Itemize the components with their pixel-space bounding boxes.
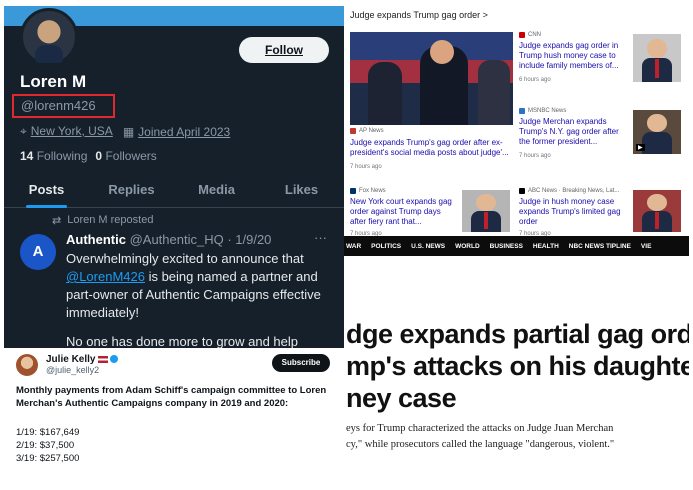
payment-line: 3/19: $257,500 bbox=[16, 453, 80, 464]
news-item-source: MSNBC News bbox=[519, 108, 629, 114]
payments-list: 1/19: $167,649 2/19: $37,500 3/19: $257,… bbox=[16, 426, 79, 465]
nav-item[interactable]: BUSINESS bbox=[490, 243, 523, 250]
news-item-title[interactable]: Judge expands gag order in Trump hush mo… bbox=[519, 41, 629, 71]
news-item[interactable]: ABC News · Breaking News, Lat... Judge i… bbox=[519, 188, 629, 237]
repost-icon: ⇄ bbox=[52, 215, 62, 227]
tweet-mention-link[interactable]: @LorenM426 bbox=[66, 269, 145, 284]
collage: Follow Loren M @lorenm426 ⌖ New York, USA… bbox=[0, 0, 693, 490]
news-item-time: 7 hours ago bbox=[519, 153, 551, 159]
julie-tweet-text: Monthly payments from Adam Schiff's camp… bbox=[16, 385, 327, 409]
main-story-time: 7 hours ago bbox=[350, 164, 382, 170]
news-item-title[interactable]: Judge in hush money case expands Trump's… bbox=[519, 197, 629, 227]
follow-button[interactable]: Follow bbox=[239, 37, 329, 63]
nav-item[interactable]: U.S. NEWS bbox=[411, 243, 445, 250]
us-flag-icon bbox=[98, 355, 109, 363]
profile-meta: ⌖ New York, USA ▦ Joined April 2023 bbox=[20, 124, 230, 139]
news-item-source: Fox News bbox=[350, 188, 458, 194]
profile-joined: Joined April 2023 bbox=[138, 124, 231, 139]
payment-line: 2/19: $37,500 bbox=[16, 440, 75, 451]
article-nav-bar: WAR POLITICS U.S. NEWS WORLD BUSINESS HE… bbox=[344, 236, 689, 256]
tab-likes[interactable]: Likes bbox=[259, 174, 344, 207]
main-story-image[interactable] bbox=[350, 32, 513, 125]
main-story-source: AP News bbox=[350, 128, 513, 134]
news-item[interactable]: CNN Judge expands gag order in Trump hus… bbox=[519, 32, 629, 83]
news-item-time: 6 hours ago bbox=[519, 77, 551, 83]
nav-item[interactable]: POLITICS bbox=[371, 243, 401, 250]
news-item-thumbnail[interactable] bbox=[633, 190, 681, 232]
news-item[interactable]: Fox News New York court expands gag orde… bbox=[350, 188, 458, 237]
tweet-text-continued: No one has done more to grow and help bbox=[66, 334, 298, 348]
following-link[interactable]: 14 Following bbox=[20, 149, 87, 163]
verified-badge-icon bbox=[110, 355, 119, 364]
julie-name-row: Julie Kelly bbox=[46, 354, 119, 365]
tweet-author-name[interactable]: Authentic bbox=[66, 232, 126, 247]
profile-name: Loren M bbox=[20, 72, 87, 91]
news-item-thumbnail[interactable] bbox=[462, 190, 510, 232]
news-topic-header[interactable]: Judge expands Trump gag order > bbox=[350, 10, 488, 20]
news-item-video-thumbnail[interactable]: ▶ bbox=[633, 110, 681, 154]
repost-indicator: ⇄ Loren M reposted bbox=[52, 214, 153, 227]
profile-avatar[interactable] bbox=[20, 8, 78, 66]
julie-name[interactable]: Julie Kelly bbox=[46, 354, 95, 365]
tweet-author-avatar[interactable]: A bbox=[20, 234, 56, 270]
news-item[interactable]: MSNBC News Judge Merchan expands Trump's… bbox=[519, 108, 629, 159]
nav-item[interactable]: WAR bbox=[346, 243, 361, 250]
news-item-source: ABC News · Breaking News, Lat... bbox=[519, 188, 629, 194]
nav-item[interactable]: NBC NEWS TIPLINE bbox=[569, 243, 631, 250]
news-item-title[interactable]: New York court expands gag order against… bbox=[350, 197, 458, 227]
profile-location[interactable]: New York, USA bbox=[31, 124, 113, 138]
calendar-icon: ▦ bbox=[122, 124, 135, 139]
article-headline: dge expands partial gag order mp's attac… bbox=[346, 319, 689, 413]
subscribe-button[interactable]: Subscribe bbox=[272, 354, 330, 372]
main-story-title[interactable]: Judge expands Trump's gag order after ex… bbox=[350, 138, 513, 158]
profile-handle: @lorenm426 bbox=[21, 98, 96, 113]
news-results-panel: Judge expands Trump gag order > AP News … bbox=[344, 4, 689, 237]
more-options-icon[interactable]: ··· bbox=[314, 230, 327, 245]
tab-replies[interactable]: Replies bbox=[89, 174, 174, 207]
play-icon: ▶ bbox=[636, 144, 645, 151]
nav-item[interactable]: WORLD bbox=[455, 243, 480, 250]
news-item-thumbnail[interactable] bbox=[633, 34, 681, 82]
nav-item[interactable]: HEALTH bbox=[533, 243, 559, 250]
followers-link[interactable]: 0 Followers bbox=[95, 149, 156, 163]
news-item-title[interactable]: Judge Merchan expands Trump's N.Y. gag o… bbox=[519, 117, 629, 147]
location-icon: ⌖ bbox=[20, 124, 27, 138]
tweet-author-handle: @Authentic_HQ · 1/9/20 bbox=[129, 232, 272, 247]
profile-tabs: Posts Replies Media Likes bbox=[4, 174, 344, 208]
repost-label: Loren M reposted bbox=[67, 214, 154, 226]
main-story[interactable]: AP News Judge expands Trump's gag order … bbox=[350, 128, 513, 170]
tweet-text: Overwhelmingly excited to announce that … bbox=[66, 251, 321, 320]
article-panel: WAR POLITICS U.S. NEWS WORLD BUSINESS HE… bbox=[344, 236, 689, 468]
news-item-source: CNN bbox=[519, 32, 629, 38]
nav-item[interactable]: VIE bbox=[641, 243, 651, 250]
tab-media[interactable]: Media bbox=[174, 174, 259, 207]
julie-avatar[interactable] bbox=[16, 354, 38, 376]
julie-handle: @julie_kelly2 bbox=[46, 365, 100, 375]
tweet-header: Authentic @Authentic_HQ · 1/9/20 bbox=[66, 232, 271, 247]
profile-counts: 14 Following 0 Followers bbox=[20, 149, 157, 163]
julie-kelly-tweet: Julie Kelly @julie_kelly2 Subscribe Mont… bbox=[4, 348, 344, 472]
payment-line: 1/19: $167,649 bbox=[16, 427, 80, 438]
twitter-profile-panel: Follow Loren M @lorenm426 ⌖ New York, USA… bbox=[4, 6, 344, 348]
tab-posts[interactable]: Posts bbox=[4, 174, 89, 208]
article-body: eys for Trump characterized the attacks … bbox=[346, 423, 615, 450]
